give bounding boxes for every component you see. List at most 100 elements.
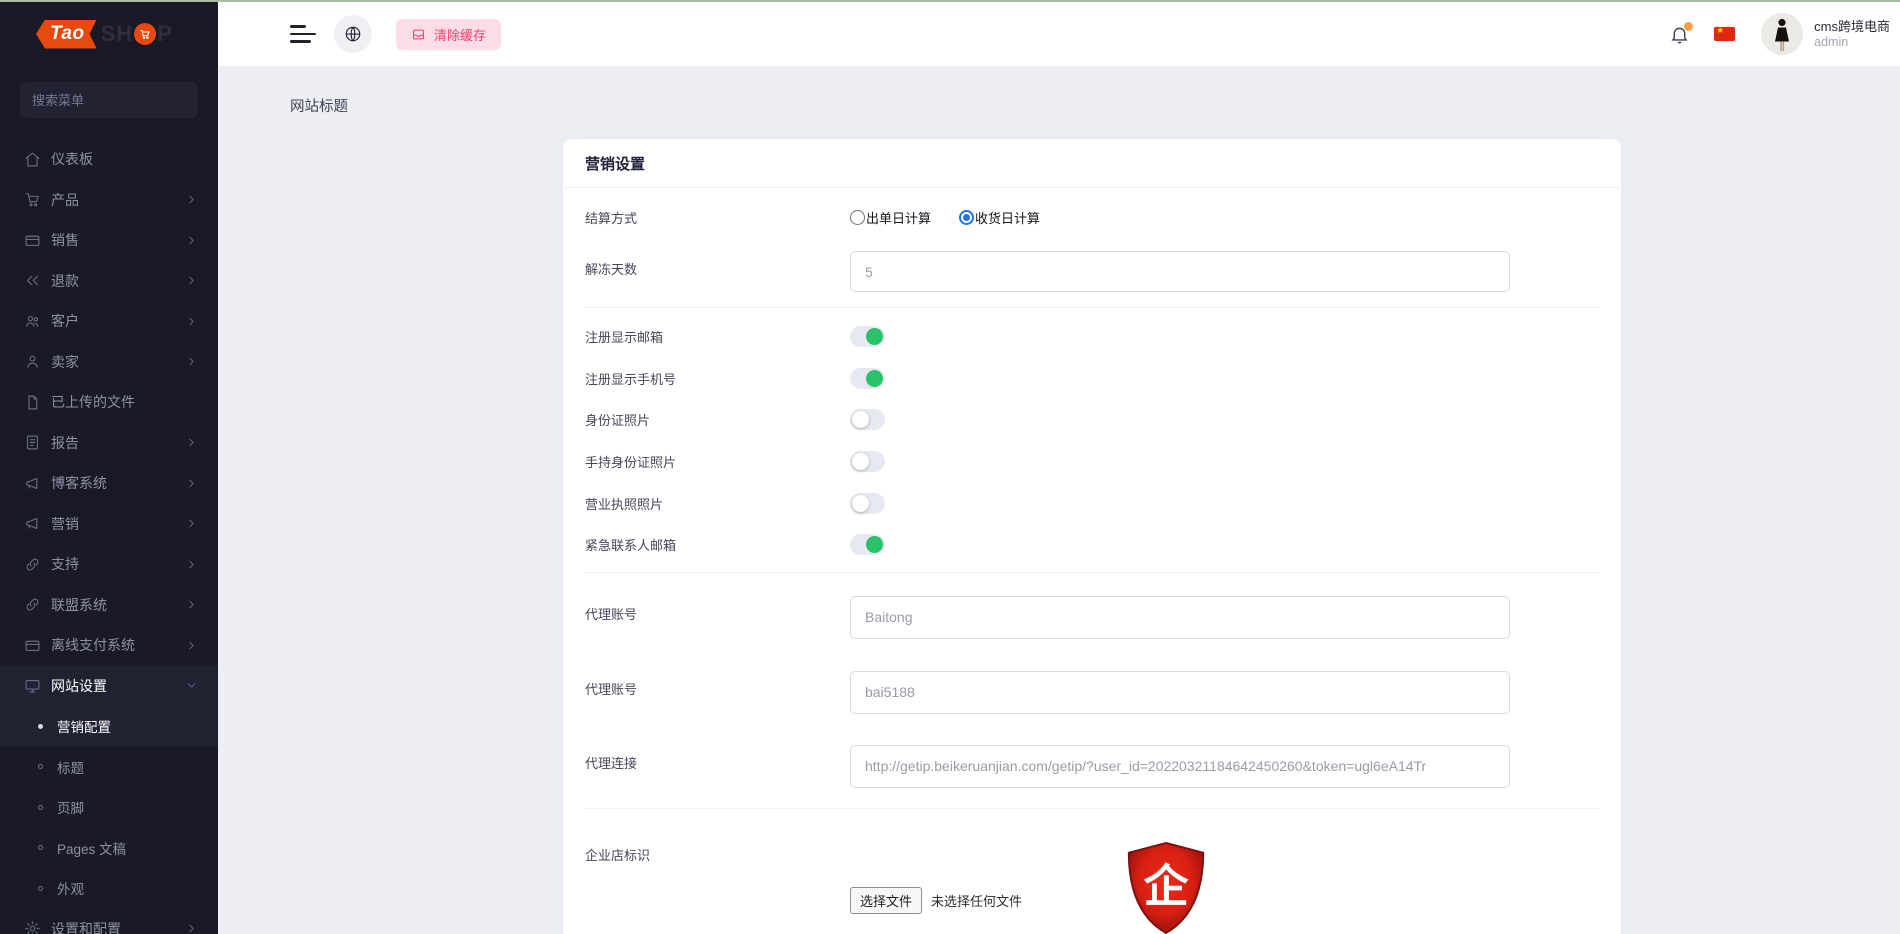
sidebar-item-marketing-config[interactable]: 营销配置: [0, 706, 218, 747]
thaw-days-input[interactable]: [850, 251, 1510, 292]
brand-logo-shop: SHP: [101, 21, 173, 47]
thaw-days-row: 解冻天数: [585, 251, 1599, 292]
toggle-row-id-photo: 身份证照片: [585, 399, 1599, 441]
radio-icon[interactable]: [850, 210, 865, 225]
sidebar-item-offline-payment[interactable]: 离线支付系统: [0, 625, 218, 666]
china-flag-icon[interactable]: ★: [1714, 27, 1735, 41]
sidebar-item-settings-config[interactable]: 设置和配置: [0, 909, 218, 934]
sidebar-item-titles[interactable]: 标题: [0, 747, 218, 788]
user-name: cms跨境电商: [1814, 19, 1890, 35]
rewind-icon: [24, 272, 41, 289]
megaphone-icon: [24, 515, 41, 532]
agent-account-row-2: 代理账号: [585, 671, 1599, 714]
agent-link-row: 代理连接: [585, 745, 1599, 788]
sidebar-search: [20, 82, 198, 118]
sidebar-item-products[interactable]: 产品: [0, 180, 218, 221]
sidebar-item-blog-system[interactable]: 博客系统: [0, 463, 218, 504]
sidebar-item-support[interactable]: 支持: [0, 544, 218, 585]
main-content: 网站标题 营销设置 结算方式 出单日计算 收货日计算: [218, 66, 1900, 934]
divider: [585, 572, 1599, 573]
link-icon: [24, 596, 41, 613]
bullet-icon: [38, 886, 43, 891]
radio-option-receipt-date[interactable]: 收货日计算: [959, 208, 1040, 227]
toggle-switch[interactable]: [850, 409, 885, 430]
avatar[interactable]: [1761, 13, 1803, 55]
toggle-switch[interactable]: [850, 493, 885, 514]
sidebar-item-appearance[interactable]: 外观: [0, 868, 218, 909]
user-role: admin: [1814, 35, 1890, 50]
choose-file-button[interactable]: 选择文件: [850, 887, 922, 914]
toggle-switch[interactable]: [850, 451, 885, 472]
toggle-switch[interactable]: [850, 368, 885, 389]
sidebar-item-pages-docs[interactable]: Pages 文稿: [0, 828, 218, 869]
sidebar-item-sellers[interactable]: 卖家: [0, 342, 218, 383]
user-photo: [1761, 13, 1803, 55]
toggle-row-handheld-id-photo: 手持身份证照片: [585, 441, 1599, 483]
enterprise-shield-logo: 企: [1123, 841, 1209, 934]
card-icon: [24, 232, 41, 249]
chevron-right-icon: [185, 234, 198, 247]
toggle-row-register-email: 注册显示邮箱: [585, 316, 1599, 358]
clear-cache-button[interactable]: 清除缓存: [396, 19, 501, 50]
cart-icon: [24, 191, 41, 208]
sidebar-item-customers[interactable]: 客户: [0, 301, 218, 342]
gear-icon: [24, 920, 41, 934]
radio-icon[interactable]: [959, 210, 974, 225]
card-title: 营销设置: [585, 153, 645, 174]
toggle-row-register-phone: 注册显示手机号: [585, 358, 1599, 400]
agent-account-input-2[interactable]: [850, 671, 1510, 714]
sidebar-item-affiliate-system[interactable]: 联盟系统: [0, 585, 218, 626]
chevron-right-icon: [185, 639, 198, 652]
chevron-right-icon: [185, 922, 198, 934]
sidebar-menu: 仪表板 产品 销售 退款 客户 卖家 已上传的文件 报告 博客系: [0, 139, 218, 934]
chevron-right-icon: [185, 558, 198, 571]
user-icon: [24, 353, 41, 370]
file-icon: [24, 394, 41, 411]
monitor-icon: [24, 677, 41, 694]
toggle-row-emergency-email: 紧急联系人邮箱: [585, 524, 1599, 566]
file-input: 选择文件 未选择任何文件: [850, 887, 1022, 914]
home-icon: [24, 151, 41, 168]
radio-option-ship-date[interactable]: 出单日计算: [850, 208, 931, 227]
sidebar-item-reports[interactable]: 报告: [0, 423, 218, 464]
svg-text:企: 企: [1143, 860, 1189, 911]
enterprise-logo-area: 选择文件 未选择任何文件 企: [850, 837, 1599, 934]
chevron-right-icon: [185, 274, 198, 287]
enterprise-logo-row: 企业店标识 选择文件 未选择任何文件: [585, 837, 1599, 934]
globe-icon: [344, 25, 362, 43]
toggle-switch[interactable]: [850, 534, 885, 555]
bullet-icon: [38, 764, 43, 769]
sidebar-item-sales[interactable]: 销售: [0, 220, 218, 261]
sidebar-item-marketing[interactable]: 营销: [0, 504, 218, 545]
field-label: 结算方式: [585, 208, 850, 227]
field-label: 解冻天数: [585, 251, 850, 278]
language-button[interactable]: [334, 15, 372, 53]
sidebar-search-input[interactable]: [32, 93, 186, 108]
sidebar-item-footer[interactable]: 页脚: [0, 787, 218, 828]
user-info[interactable]: cms跨境电商 admin: [1814, 19, 1890, 50]
toggle-row-business-license: 营业执照照片: [585, 482, 1599, 524]
marketing-settings-card: 营销设置 结算方式 出单日计算 收货日计算 解冻天数: [563, 139, 1621, 934]
chevron-right-icon: [185, 436, 198, 449]
sidebar-item-refunds[interactable]: 退款: [0, 261, 218, 302]
chevron-right-icon: [185, 517, 198, 530]
agent-account-input-1[interactable]: [850, 596, 1510, 639]
sidebar-item-uploaded-files[interactable]: 已上传的文件: [0, 382, 218, 423]
file-status-text: 未选择任何文件: [931, 891, 1022, 910]
chevron-right-icon: [185, 193, 198, 206]
sidebar-item-site-settings[interactable]: 网站设置: [0, 666, 218, 707]
bullet-icon: [38, 805, 43, 810]
sidebar-item-dashboard[interactable]: 仪表板: [0, 139, 218, 180]
card-icon: [24, 637, 41, 654]
toggle-switch[interactable]: [850, 326, 885, 347]
chevron-right-icon: [185, 477, 198, 490]
report-icon: [24, 434, 41, 451]
users-icon: [24, 313, 41, 330]
notifications-button[interactable]: [1669, 24, 1690, 45]
menu-toggle-button[interactable]: [290, 25, 316, 43]
megaphone-icon: [24, 475, 41, 492]
chevron-right-icon: [185, 598, 198, 611]
agent-link-input[interactable]: [850, 745, 1510, 788]
settings-form: 结算方式 出单日计算 收货日计算 解冻天数 注册显: [563, 204, 1621, 934]
brand-logo[interactable]: Tao SHP: [0, 0, 218, 66]
